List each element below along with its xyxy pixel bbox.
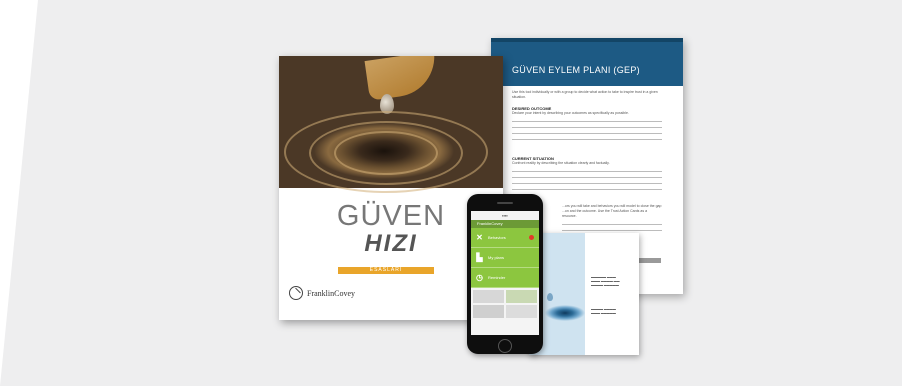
card-text-block: ▬▬▬▬▬ ▬▬▬ ▬▬▬ ▬▬▬▬ ▬▬ ▬▬▬▬ ▬▬▬▬▬ bbox=[591, 275, 620, 287]
sheet-intro: Use this tool individually or with a gro… bbox=[512, 90, 658, 99]
leaf-image bbox=[364, 56, 440, 101]
sheet-header bbox=[491, 38, 683, 86]
publisher-logo: FranklinCovey bbox=[289, 286, 355, 300]
home-button bbox=[498, 339, 512, 353]
write-line bbox=[512, 183, 662, 184]
write-line bbox=[512, 121, 662, 122]
write-line bbox=[562, 230, 662, 231]
menu-item-label: Reminder bbox=[488, 275, 506, 280]
notification-dot bbox=[529, 235, 534, 240]
chart-icon: ▙ bbox=[476, 253, 483, 262]
phone-screen: ▪▪▪▪ FranklinCovey ✕ Behaviors ▙ My plan… bbox=[471, 211, 539, 335]
section-instruction: Confront reality by describing the situa… bbox=[512, 161, 610, 165]
thumbnail[interactable] bbox=[473, 290, 504, 303]
publisher-name: FranklinCovey bbox=[307, 288, 355, 298]
x-icon: ✕ bbox=[476, 233, 483, 242]
thumbnail[interactable] bbox=[473, 305, 504, 318]
write-line bbox=[512, 139, 662, 140]
smartphone: ▪▪▪▪ FranklinCovey ✕ Behaviors ▙ My plan… bbox=[467, 194, 543, 354]
water-drop-photo bbox=[279, 56, 503, 193]
app-thumbnail-grid bbox=[471, 288, 539, 320]
book-title-line1: GÜVEN bbox=[336, 200, 446, 232]
book-title-line2: HIZI bbox=[364, 230, 418, 257]
app-menu-item-behaviors[interactable]: ✕ Behaviors bbox=[471, 228, 539, 248]
write-line bbox=[562, 224, 662, 225]
card-text-block: ▬▬▬▬ ▬▬▬▬ ▬▬▬ ▬▬▬▬▬ bbox=[591, 307, 616, 315]
water-drop-image bbox=[547, 293, 553, 301]
section-instruction: Declare your intent by describing your o… bbox=[512, 111, 629, 115]
thumbnail[interactable] bbox=[506, 290, 537, 303]
sheet-title: GÜVEN EYLEM PLANI (GEP) bbox=[512, 65, 640, 75]
menu-item-label: Behaviors bbox=[488, 235, 506, 240]
write-line bbox=[512, 171, 662, 172]
menu-item-label: My plans bbox=[488, 255, 505, 260]
write-line bbox=[512, 133, 662, 134]
compass-logo-icon bbox=[289, 286, 303, 300]
app-menu-item-reminder[interactable]: ◷ Reminder bbox=[471, 268, 539, 288]
write-line bbox=[512, 177, 662, 178]
app-header: FranklinCovey bbox=[471, 220, 539, 228]
book-subtitle-band: ESASLARI bbox=[338, 267, 434, 274]
thumbnail[interactable] bbox=[506, 305, 537, 318]
phone-speaker bbox=[497, 202, 513, 204]
clock-icon: ◷ bbox=[476, 273, 483, 282]
write-line bbox=[512, 189, 662, 190]
write-line bbox=[512, 127, 662, 128]
trust-action-card: ▬▬▬▬▬ ▬▬▬ ▬▬▬ ▬▬▬▬ ▬▬ ▬▬▬▬ ▬▬▬▬▬ ▬▬▬▬ ▬▬▬▬… bbox=[529, 233, 639, 355]
status-bar: ▪▪▪▪ bbox=[471, 211, 539, 220]
app-menu-item-plans[interactable]: ▙ My plans bbox=[471, 248, 539, 268]
ripple-ring bbox=[284, 111, 488, 193]
